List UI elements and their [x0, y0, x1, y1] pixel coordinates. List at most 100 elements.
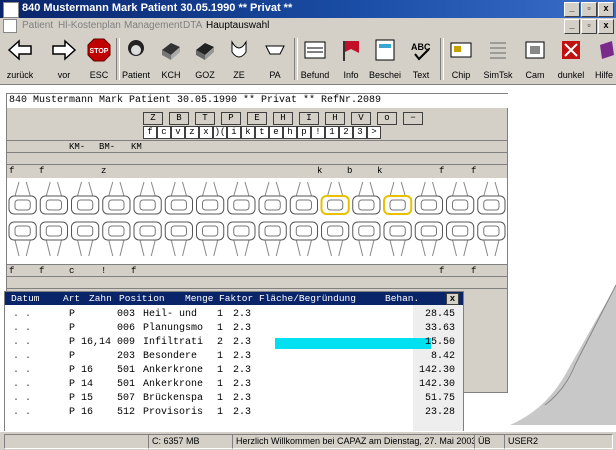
code-cell[interactable]: −: [403, 112, 423, 125]
lower-tooth[interactable]: [133, 221, 162, 257]
chip-button[interactable]: Chip: [446, 36, 476, 82]
bescheid-button[interactable]: Beschei: [368, 36, 402, 82]
table-row[interactable]: . . P 14 501 Ankerkrone 1 2.3 142.30: [5, 378, 463, 392]
col-behan[interactable]: Behan.: [385, 292, 419, 305]
code-cell[interactable]: E: [247, 112, 267, 125]
table-row[interactable]: . . P 203 Besondere 1 2.3 8.42: [5, 350, 463, 364]
lower-tooth[interactable]: [102, 221, 131, 257]
upper-tooth[interactable]: [227, 181, 256, 215]
lower-tooth[interactable]: [289, 221, 318, 257]
lower-tooth[interactable]: [414, 221, 443, 257]
child-minimize-button[interactable]: _: [564, 19, 580, 34]
lower-tooth[interactable]: [352, 221, 381, 257]
menu-patient[interactable]: Patient: [22, 20, 53, 31]
code-cell[interactable]: p: [297, 126, 311, 139]
teeth-diagram[interactable]: [7, 178, 507, 264]
code-cell[interactable]: Z: [143, 112, 163, 125]
child-close-button[interactable]: x: [598, 19, 614, 34]
befund-button[interactable]: Befund: [298, 36, 332, 82]
upper-tooth[interactable]: [196, 181, 225, 215]
code-cell[interactable]: i: [227, 126, 241, 139]
code-cell[interactable]: H: [325, 112, 345, 125]
lower-tooth[interactable]: [164, 221, 193, 257]
lower-tooth[interactable]: [39, 221, 68, 257]
table-row[interactable]: . . P 15 507 Brückenspa 1 2.3 51.75: [5, 392, 463, 406]
text-button[interactable]: ABC Text: [406, 36, 436, 82]
goz-button[interactable]: GOZ: [190, 36, 220, 82]
dunkel-button[interactable]: dunkel: [554, 36, 588, 82]
lower-tooth[interactable]: [383, 221, 412, 257]
code-cell[interactable]: P: [221, 112, 241, 125]
code-cell[interactable]: )(: [213, 126, 227, 139]
close-button[interactable]: x: [598, 2, 614, 17]
lower-tooth[interactable]: [477, 221, 506, 257]
flaeche-highlight[interactable]: [275, 338, 431, 349]
lower-tooth[interactable]: [227, 221, 256, 257]
col-zahn[interactable]: Zahn: [89, 292, 112, 305]
back-button[interactable]: zurück: [2, 36, 38, 82]
info-button[interactable]: Info: [336, 36, 366, 82]
upper-tooth[interactable]: [71, 181, 100, 215]
upper-tooth[interactable]: [352, 181, 381, 215]
esc-button[interactable]: STOP ESC: [84, 36, 114, 82]
child-maximize-button[interactable]: ▫: [581, 19, 597, 34]
lower-tooth[interactable]: [446, 221, 475, 257]
col-art[interactable]: Art: [63, 292, 80, 305]
lower-tooth[interactable]: [8, 221, 37, 257]
upper-tooth[interactable]: [133, 181, 162, 215]
table-row[interactable]: . . P 006 Planungsmo 1 2.3 33.63: [5, 322, 463, 336]
maximize-button[interactable]: ▫: [581, 2, 597, 17]
col-menge[interactable]: Menge: [185, 292, 214, 305]
code-cell[interactable]: T: [195, 112, 215, 125]
pa-button[interactable]: PA: [260, 36, 290, 82]
menu-dta[interactable]: DTA: [183, 20, 202, 31]
forward-button[interactable]: vor: [46, 36, 82, 82]
upper-tooth[interactable]: [289, 181, 318, 215]
upper-tooth[interactable]: [383, 181, 413, 215]
upper-tooth[interactable]: [39, 181, 68, 215]
code-cell[interactable]: 2: [339, 126, 353, 139]
ze-button[interactable]: ZE: [224, 36, 254, 82]
col-faktor[interactable]: Faktor: [219, 292, 253, 305]
upper-tooth[interactable]: [164, 181, 193, 215]
code-cell[interactable]: !: [311, 126, 325, 139]
cam-button[interactable]: Cam: [520, 36, 550, 82]
menu-management[interactable]: Management: [124, 20, 182, 31]
code-cell[interactable]: k: [241, 126, 255, 139]
code-cell[interactable]: o: [377, 112, 397, 125]
code-cell[interactable]: v: [171, 126, 185, 139]
code-cell[interactable]: h: [283, 126, 297, 139]
table-row[interactable]: . . P 16 501 Ankerkrone 1 2.3 142.30: [5, 364, 463, 378]
code-cell[interactable]: >: [367, 126, 381, 139]
kch-button[interactable]: KCH: [156, 36, 186, 82]
menu-hkp[interactable]: Hl-Kostenplan: [58, 20, 121, 31]
col-flaeche[interactable]: Fläche/Begründung: [259, 292, 356, 305]
code-cell[interactable]: B: [169, 112, 189, 125]
code-cell[interactable]: I: [299, 112, 319, 125]
simtsk-button[interactable]: SimTsk: [480, 36, 516, 82]
lower-tooth[interactable]: [258, 221, 287, 257]
lower-tooth[interactable]: [196, 221, 225, 257]
upper-tooth[interactable]: [8, 181, 37, 215]
code-cell[interactable]: V: [351, 112, 371, 125]
upper-tooth[interactable]: [258, 181, 287, 215]
upper-tooth[interactable]: [477, 181, 506, 215]
table-row[interactable]: . . P 16,14 009 Infiltrati 2 2.3 15.50: [5, 336, 463, 350]
code-cell[interactable]: 3: [353, 126, 367, 139]
code-cell[interactable]: c: [157, 126, 171, 139]
col-position[interactable]: Position: [119, 292, 165, 305]
menu-hauptauswahl[interactable]: Hauptauswahl: [206, 20, 269, 31]
table-row[interactable]: . . P 16 512 Provisoris 1 2.3 23.28: [5, 406, 463, 420]
upper-tooth[interactable]: [414, 181, 443, 215]
code-cell[interactable]: f: [143, 126, 157, 139]
code-cell[interactable]: 1: [325, 126, 339, 139]
table-row[interactable]: . . P 003 Heil- und 1 2.3 28.45: [5, 308, 463, 322]
list-close-button[interactable]: x: [446, 293, 459, 305]
upper-tooth[interactable]: [320, 181, 350, 215]
upper-tooth[interactable]: [446, 181, 475, 215]
code-cell[interactable]: e: [269, 126, 283, 139]
code-cell[interactable]: H: [273, 112, 293, 125]
patient-button[interactable]: Patient: [120, 36, 152, 82]
lower-tooth[interactable]: [71, 221, 100, 257]
lower-tooth[interactable]: [321, 221, 350, 257]
